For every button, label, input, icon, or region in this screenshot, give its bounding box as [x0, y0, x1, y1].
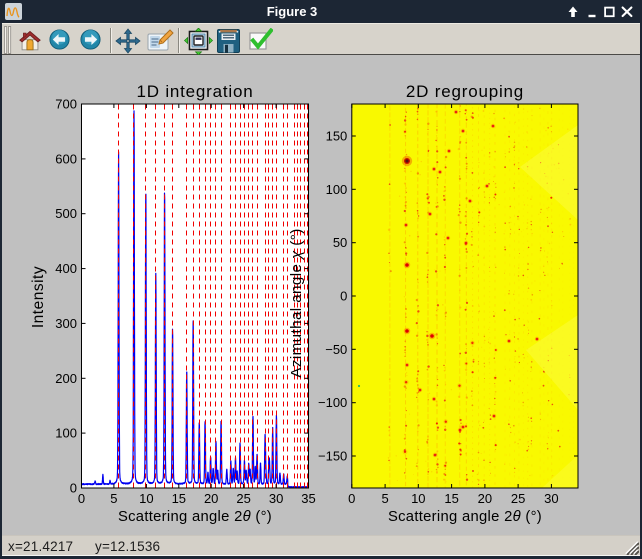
svg-text:50: 50	[333, 235, 347, 250]
svg-text:200: 200	[55, 371, 77, 386]
svg-text:0: 0	[348, 491, 355, 506]
svg-text:Azimuthal angle χ (°): Azimuthal angle χ (°)	[288, 228, 305, 377]
svg-text:15: 15	[444, 491, 458, 506]
svg-text:15: 15	[172, 491, 186, 506]
svg-text:300: 300	[55, 316, 77, 331]
svg-text:150: 150	[326, 129, 348, 144]
svg-text:0: 0	[340, 289, 347, 304]
svg-text:−100: −100	[318, 395, 347, 410]
svg-text:100: 100	[326, 182, 348, 197]
svg-text:−150: −150	[318, 449, 347, 464]
svg-text:5: 5	[110, 491, 117, 506]
svg-text:Scattering angle 2θ (°): Scattering angle 2θ (°)	[388, 509, 542, 525]
svg-text:1D integration: 1D integration	[136, 82, 253, 101]
svg-text:600: 600	[55, 151, 77, 166]
svg-text:400: 400	[55, 261, 77, 276]
svg-text:Intensity: Intensity	[30, 266, 47, 328]
svg-text:5: 5	[381, 491, 388, 506]
svg-text:20: 20	[204, 491, 218, 506]
svg-text:10: 10	[411, 491, 425, 506]
svg-text:25: 25	[511, 491, 525, 506]
svg-text:30: 30	[544, 491, 558, 506]
svg-text:30: 30	[269, 491, 283, 506]
svg-text:10: 10	[139, 491, 153, 506]
svg-text:2D regrouping: 2D regrouping	[406, 82, 524, 101]
svg-text:0: 0	[70, 481, 77, 496]
svg-text:700: 700	[55, 97, 77, 112]
svg-text:Scattering angle 2θ (°): Scattering angle 2θ (°)	[118, 509, 272, 525]
svg-text:0: 0	[78, 491, 85, 506]
svg-text:−50: −50	[325, 342, 347, 357]
svg-text:35: 35	[301, 491, 315, 506]
svg-text:20: 20	[478, 491, 492, 506]
svg-text:25: 25	[236, 491, 250, 506]
svg-text:500: 500	[55, 206, 77, 221]
svg-text:100: 100	[55, 426, 77, 441]
